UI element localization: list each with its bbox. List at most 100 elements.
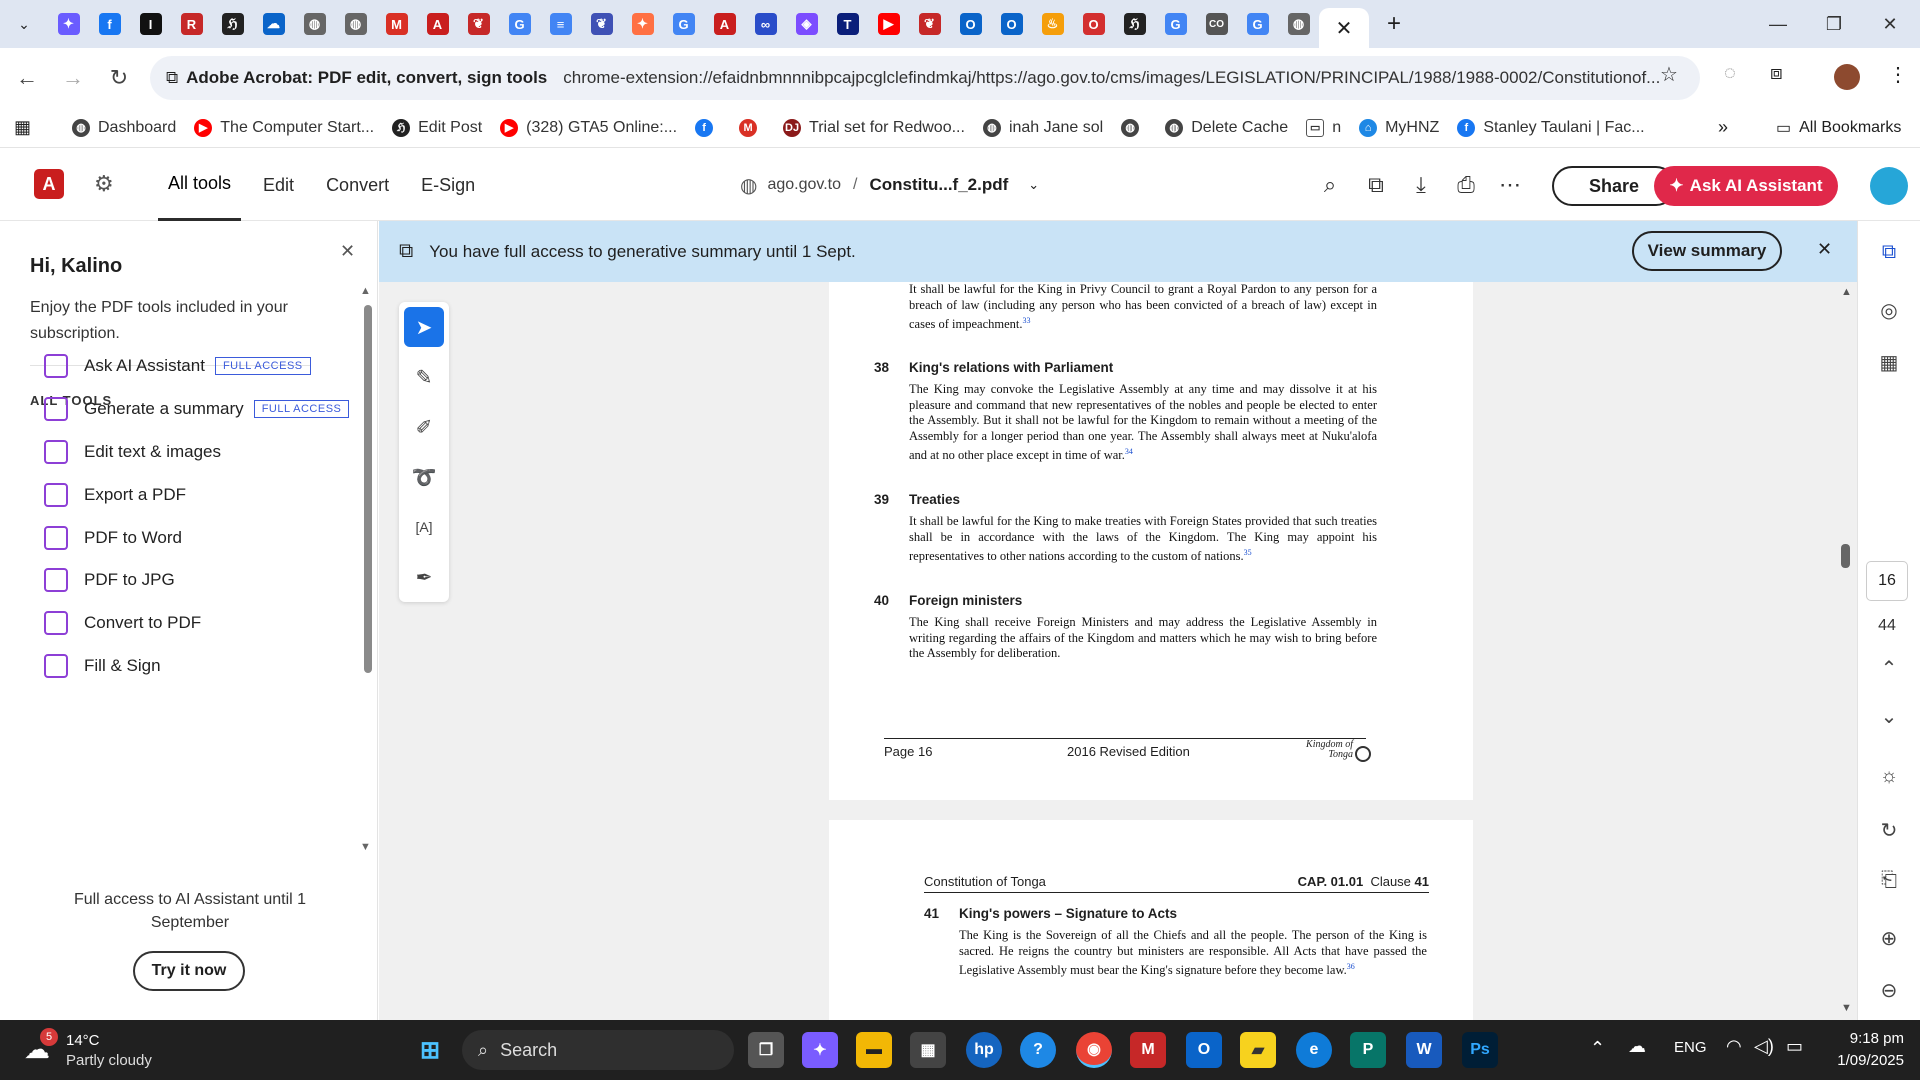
- zoom-in-icon[interactable]: ⊕: [1874, 923, 1904, 953]
- tool-item[interactable]: Ask AI Assistant FULL ACCESS: [44, 354, 311, 378]
- close-panel-icon[interactable]: ✕: [340, 241, 355, 262]
- nav-e-sign[interactable]: E-Sign: [411, 149, 485, 221]
- bookmark-item[interactable]: ◍ inah Jane sol: [982, 118, 1103, 137]
- browser-tab[interactable]: CO: [1196, 0, 1237, 48]
- clock-time[interactable]: 9:18 pm: [1830, 1030, 1904, 1047]
- comments-icon[interactable]: ◎: [1874, 295, 1904, 325]
- browser-tab[interactable]: I: [130, 0, 171, 48]
- browser-tab[interactable]: ℌ: [212, 0, 253, 48]
- reload-button[interactable]: ↻: [96, 55, 142, 101]
- edge-icon[interactable]: e: [1296, 1032, 1332, 1068]
- show-hidden-icons[interactable]: ⌃: [1590, 1038, 1605, 1059]
- browser-tab[interactable]: ℌ: [1114, 0, 1155, 48]
- tool-item[interactable]: PDF to Word: [44, 526, 182, 550]
- battery-icon[interactable]: ▭: [1786, 1036, 1803, 1057]
- browser-tab[interactable]: ≡: [540, 0, 581, 48]
- browser-tab[interactable]: ▶: [868, 0, 909, 48]
- page-info-icon[interactable]: ⎗: [1874, 865, 1904, 895]
- next-page-icon[interactable]: ⌄: [1874, 701, 1904, 731]
- previous-page-icon[interactable]: ⌃: [1874, 653, 1904, 683]
- tool-item[interactable]: PDF to JPG: [44, 568, 175, 592]
- viewer-scroll-down-icon[interactable]: ▼: [1841, 1002, 1852, 1014]
- tool-item[interactable]: Generate a summary FULL ACCESS: [44, 397, 350, 421]
- nav-convert[interactable]: Convert: [316, 149, 399, 221]
- text-box-icon[interactable]: [A]: [404, 507, 444, 547]
- select-cursor-icon[interactable]: ➤: [404, 307, 444, 347]
- volume-icon[interactable]: ◁): [1754, 1036, 1774, 1057]
- nav-all-tools[interactable]: All tools: [158, 149, 242, 221]
- browser-tab[interactable]: R: [171, 0, 212, 48]
- bookmark-item[interactable]: ▭ n: [1306, 118, 1341, 137]
- sticky-notes-icon[interactable]: ▰: [1240, 1032, 1276, 1068]
- browser-tab[interactable]: O: [950, 0, 991, 48]
- close-banner-icon[interactable]: ✕: [1817, 239, 1832, 260]
- store-icon[interactable]: ▦: [910, 1032, 946, 1068]
- file-name[interactable]: Constitu...f_2.pdf: [869, 175, 1008, 195]
- ai-summary-icon[interactable]: ⧉: [1874, 237, 1904, 267]
- browser-tab[interactable]: ◍: [294, 0, 335, 48]
- browser-tab[interactable]: G: [499, 0, 540, 48]
- browser-tab[interactable]: ◈: [786, 0, 827, 48]
- page-thumbnails-icon[interactable]: ⧉: [1362, 171, 1390, 199]
- windows-start-icon[interactable]: ⊞: [412, 1032, 448, 1068]
- highlight-pen-icon[interactable]: ✐: [404, 407, 444, 447]
- omnibox[interactable]: ⧉ Adobe Acrobat: PDF edit, convert, sign…: [150, 56, 1700, 100]
- taskbar-search[interactable]: ⌕ Search: [462, 1030, 734, 1070]
- help-icon[interactable]: ?: [1020, 1032, 1056, 1068]
- add-tool-icon[interactable]: ⚙: [94, 171, 114, 197]
- task-view-icon[interactable]: ❐: [748, 1032, 784, 1068]
- minimize-button[interactable]: —: [1750, 0, 1806, 48]
- bookmark-item[interactable]: ℌ Edit Post: [392, 118, 482, 137]
- forward-button[interactable]: →: [50, 55, 96, 101]
- browser-tab[interactable]: A: [704, 0, 745, 48]
- tool-item[interactable]: Export a PDF: [44, 483, 186, 507]
- browser-tab[interactable]: ♨: [1032, 0, 1073, 48]
- scroll-up-icon[interactable]: ▲: [360, 285, 371, 297]
- browser-tab[interactable]: ☁: [253, 0, 294, 48]
- browser-tab[interactable]: A: [417, 0, 458, 48]
- view-summary-button[interactable]: View summary: [1632, 231, 1782, 271]
- browser-tab[interactable]: ❦: [458, 0, 499, 48]
- user-avatar[interactable]: [1870, 167, 1908, 205]
- bookmark-item[interactable]: ⌂ MyHNZ: [1359, 118, 1439, 137]
- ask-ai-assistant-button[interactable]: ✦ Ask AI Assistant: [1654, 166, 1838, 206]
- print-icon[interactable]: ⎙: [1452, 171, 1480, 199]
- viewer-scroll-up-icon[interactable]: ▲: [1841, 286, 1852, 298]
- lasso-draw-icon[interactable]: ➰: [404, 457, 444, 497]
- try-it-now-button[interactable]: Try it now: [133, 951, 245, 991]
- acrobat-logo[interactable]: A: [34, 169, 64, 199]
- nav-edit[interactable]: Edit: [253, 149, 304, 221]
- copilot-icon[interactable]: ✦: [802, 1032, 838, 1068]
- footnote-ref[interactable]: 36: [1347, 962, 1355, 971]
- browser-tab[interactable]: ◍: [1278, 0, 1319, 48]
- close-window-button[interactable]: ✕: [1862, 0, 1918, 48]
- bookmark-item[interactable]: ▶ The Computer Start...: [194, 118, 374, 137]
- chrome-icon[interactable]: ◉: [1076, 1032, 1112, 1068]
- browser-tab[interactable]: ✦: [622, 0, 663, 48]
- bookmark-item[interactable]: ◍ Delete Cache: [1165, 118, 1288, 137]
- grid-view-icon[interactable]: ▦: [1874, 347, 1904, 377]
- extensions-icon[interactable]: ⧈: [1770, 62, 1783, 85]
- footnote-ref[interactable]: 35: [1244, 548, 1252, 557]
- tool-item[interactable]: Fill & Sign: [44, 654, 161, 678]
- browser-tab[interactable]: f: [89, 0, 130, 48]
- chevron-down-icon[interactable]: ⌄: [1028, 177, 1039, 193]
- browser-tab[interactable]: O: [1073, 0, 1114, 48]
- language-indicator[interactable]: ENG: [1674, 1039, 1707, 1056]
- profile-avatar[interactable]: [1834, 64, 1860, 90]
- browser-tab[interactable]: G: [663, 0, 704, 48]
- browser-tab[interactable]: ❦: [581, 0, 622, 48]
- mcafee-icon[interactable]: M: [1130, 1032, 1166, 1068]
- browser-tab[interactable]: ❦: [909, 0, 950, 48]
- bookmark-item[interactable]: M: [739, 118, 765, 137]
- publisher-icon[interactable]: P: [1350, 1032, 1386, 1068]
- browser-tab[interactable]: M: [376, 0, 417, 48]
- active-tab-close-icon[interactable]: ✕: [1319, 8, 1369, 48]
- browser-tab[interactable]: G: [1155, 0, 1196, 48]
- back-button[interactable]: ←: [4, 55, 50, 101]
- hp-icon[interactable]: hp: [966, 1032, 1002, 1068]
- sign-pen-icon[interactable]: ✒: [404, 557, 444, 597]
- more-bookmarks-icon[interactable]: »: [1718, 117, 1728, 138]
- zoom-out-icon[interactable]: ⊖: [1874, 975, 1904, 1005]
- browser-tab[interactable]: ◍: [335, 0, 376, 48]
